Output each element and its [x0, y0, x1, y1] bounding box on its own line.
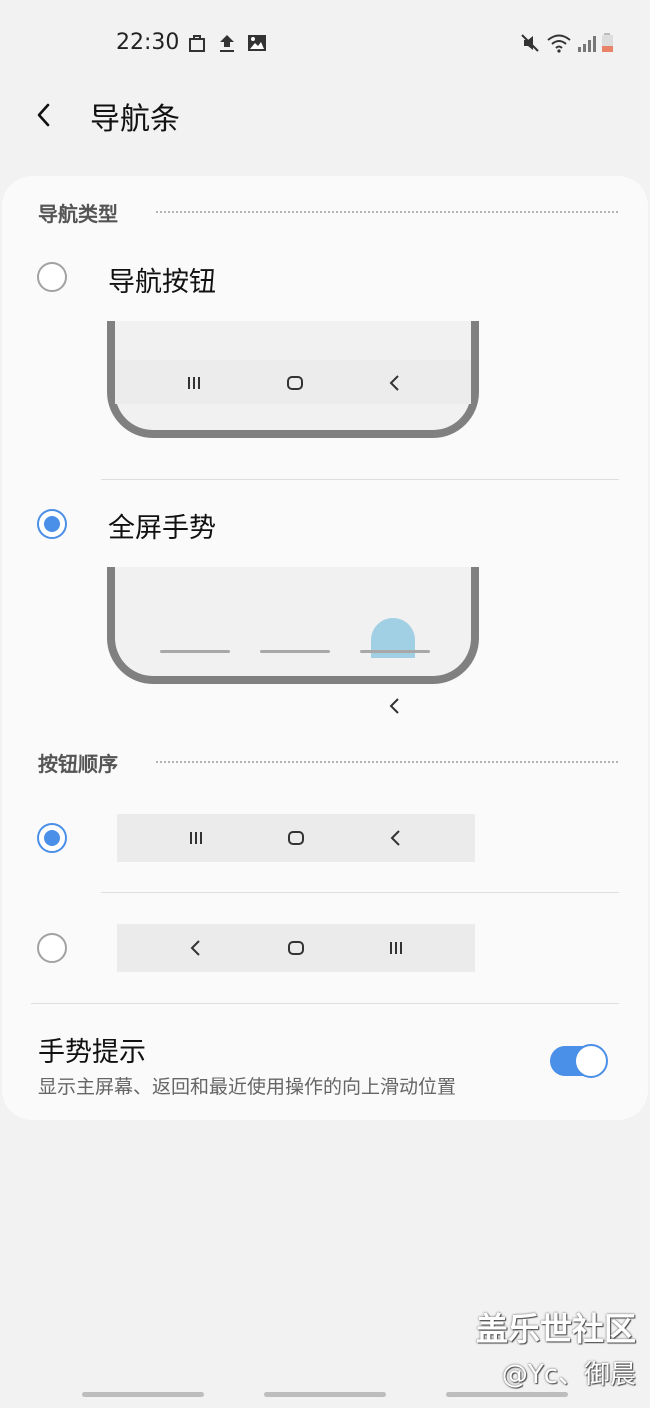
- fullscreen-gestures-label[interactable]: 全屏手势: [108, 506, 216, 545]
- watermark-logo-text: 盖乐世社区: [475, 1310, 636, 1348]
- gesture-hint-toggle[interactable]: [550, 1044, 608, 1078]
- system-gesture-bar[interactable]: [446, 1392, 568, 1397]
- fullscreen-gestures-preview[interactable]: [107, 567, 479, 684]
- fullscreen-gestures-radio[interactable]: [37, 509, 67, 539]
- section-divider-dots: [156, 211, 618, 213]
- divider: [101, 892, 619, 893]
- mute-icon: [521, 34, 539, 52]
- section-divider-dots: [156, 761, 618, 763]
- image-icon: [248, 35, 266, 51]
- home-icon: [287, 376, 303, 390]
- divider: [31, 1003, 619, 1004]
- wifi-icon: [547, 34, 571, 53]
- nav-buttons-radio[interactable]: [37, 262, 67, 292]
- button-order-header-label: 按钮顺序: [38, 748, 126, 777]
- nav-type-header-label: 导航类型: [38, 198, 126, 227]
- bag-icon: [189, 35, 205, 52]
- gesture-hint-bar: [260, 650, 330, 653]
- signal-icon: [578, 36, 596, 52]
- battery-icon: [602, 33, 613, 52]
- preview-nav-bar: [115, 360, 471, 404]
- button-order-option-1[interactable]: [117, 814, 475, 862]
- back-button[interactable]: [30, 93, 70, 137]
- system-gesture-bar[interactable]: [264, 1392, 386, 1397]
- toggle-knob: [574, 1044, 608, 1078]
- app-bar: 导航条: [0, 88, 650, 148]
- back-icon: [389, 698, 399, 714]
- recents-icon: [190, 832, 202, 844]
- button-order-option-2[interactable]: [117, 924, 475, 972]
- button-order-option-1-radio[interactable]: [37, 823, 67, 853]
- back-icon: [190, 940, 200, 956]
- status-bar: 22:30: [0, 0, 650, 90]
- chevron-left-icon: [37, 103, 50, 127]
- gesture-hint-description: 显示主屏幕、返回和最近使用操作的向上滑动位置: [38, 1076, 457, 1098]
- gesture-hint-bar: [360, 650, 430, 653]
- divider: [101, 479, 619, 480]
- home-icon: [288, 941, 304, 955]
- recents-icon: [188, 377, 200, 389]
- upload-icon: [220, 35, 234, 52]
- back-icon: [389, 375, 399, 391]
- system-gesture-bar[interactable]: [82, 1392, 204, 1397]
- button-order-option-2-radio[interactable]: [37, 933, 67, 963]
- gesture-hint-title: 手势提示: [38, 1037, 146, 1068]
- back-icon: [390, 830, 400, 846]
- recents-icon: [390, 942, 402, 954]
- nav-buttons-label[interactable]: 导航按钮: [108, 260, 216, 299]
- watermark-author: @Yc、御晨: [501, 1360, 636, 1390]
- button-order-section-header: 按钮顺序: [38, 748, 618, 778]
- nav-buttons-preview[interactable]: [107, 321, 479, 438]
- status-time: 22:30: [116, 30, 180, 55]
- nav-type-section-header: 导航类型: [38, 198, 618, 228]
- gesture-hint-bar: [160, 650, 230, 653]
- settings-card: 导航类型 导航按钮 全屏手势 按钮顺序: [2, 176, 648, 1120]
- home-icon: [288, 831, 304, 845]
- page-title: 导航条: [90, 102, 180, 137]
